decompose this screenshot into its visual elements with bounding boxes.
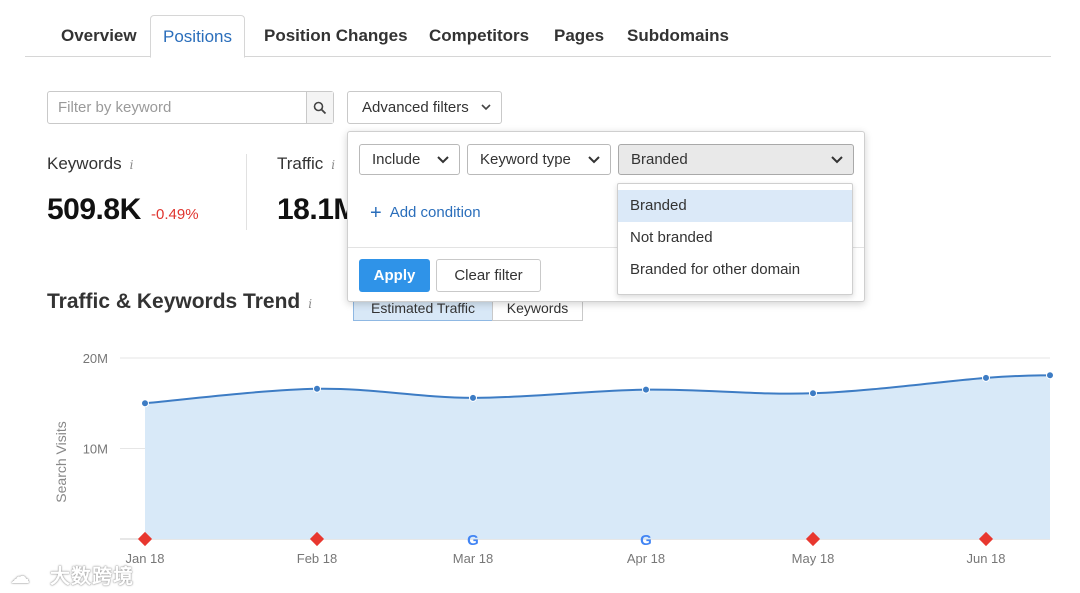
watermark: ☁ 大数跨境 xyxy=(10,560,134,589)
keywords-kpi-value: 509.8K xyxy=(47,193,141,226)
include-select[interactable]: Include xyxy=(359,144,460,175)
advanced-filters-button[interactable]: Advanced filters xyxy=(347,91,502,124)
keywords-label: Keywords xyxy=(47,154,122,173)
x-tick-label: Mar 18 xyxy=(453,551,493,566)
info-icon[interactable]: i xyxy=(130,158,134,172)
add-condition-label: Add condition xyxy=(389,204,481,221)
kpi-divider xyxy=(246,154,247,230)
google-update-icon[interactable]: G xyxy=(640,532,652,549)
data-point[interactable] xyxy=(642,385,650,394)
search-icon xyxy=(313,101,327,114)
tab-subdomains[interactable]: Subdomains xyxy=(615,15,741,57)
y-tick-label: 20M xyxy=(83,351,108,366)
trend-title-text: Traffic & Keywords Trend xyxy=(47,290,301,313)
y-tick-label: 10M xyxy=(83,442,108,457)
traffic-label: Traffic xyxy=(277,154,324,173)
data-point[interactable] xyxy=(982,373,990,382)
tab-positions[interactable]: Positions xyxy=(150,15,245,58)
search-button[interactable] xyxy=(306,92,333,123)
info-icon[interactable]: i xyxy=(331,158,335,172)
traffic-area xyxy=(145,375,1050,539)
add-condition-link[interactable]: + Add condition xyxy=(370,202,481,225)
branded-dropdown-menu: Branded Not branded Branded for other do… xyxy=(617,183,853,295)
google-update-icon[interactable]: G xyxy=(467,532,479,549)
keyword-filter-input[interactable] xyxy=(48,92,306,123)
clear-filter-button[interactable]: Clear filter xyxy=(436,259,541,292)
x-tick-label: Feb 18 xyxy=(297,551,337,566)
chevron-down-icon xyxy=(481,104,491,111)
branded-select[interactable]: Branded xyxy=(618,144,854,175)
x-tick-label: May 18 xyxy=(792,551,835,566)
watermark-text: 大数跨境 xyxy=(50,566,134,588)
plus-icon: + xyxy=(370,202,382,224)
data-point[interactable] xyxy=(469,393,477,402)
include-select-value: Include xyxy=(372,151,421,168)
branded-select-value: Branded xyxy=(631,151,688,168)
x-tick-label: Jun 18 xyxy=(966,551,1005,566)
advanced-filters-label: Advanced filters xyxy=(362,99,469,116)
chevron-down-icon xyxy=(831,156,843,164)
data-point[interactable] xyxy=(1046,371,1054,380)
tab-competitors[interactable]: Competitors xyxy=(417,15,541,57)
traffic-kpi-label: Traffic i xyxy=(277,154,335,174)
chevron-down-icon xyxy=(588,156,600,164)
keyword-type-select[interactable]: Keyword type xyxy=(467,144,611,175)
option-not-branded[interactable]: Not branded xyxy=(618,222,852,254)
trend-title: Traffic & Keywords Trend i xyxy=(47,290,312,314)
chevron-down-icon xyxy=(437,156,449,164)
watermark-logo-icon: ☁ xyxy=(10,566,31,588)
keywords-kpi-label: Keywords i xyxy=(47,154,133,174)
tab-pages[interactable]: Pages xyxy=(542,15,616,57)
data-point[interactable] xyxy=(809,389,817,398)
option-branded[interactable]: Branded xyxy=(618,190,852,222)
keywords-kpi-change: -0.49% xyxy=(151,206,199,223)
option-branded-other-domain[interactable]: Branded for other domain xyxy=(618,254,852,286)
data-point[interactable] xyxy=(313,384,321,393)
data-point[interactable] xyxy=(141,399,149,408)
traffic-trend-chart: GG Jan 18 Feb 18 Mar 18 Apr 18 May 18 Jun 18 … xyxy=(53,351,1054,566)
keyword-filter xyxy=(47,91,334,124)
y-axis-label: Search Visits xyxy=(53,421,69,502)
tab-overview[interactable]: Overview xyxy=(49,15,149,57)
apply-button[interactable]: Apply xyxy=(359,259,430,292)
report-tabs: Overview Positions Position Changes Comp… xyxy=(25,15,1051,58)
x-tick-label: Apr 18 xyxy=(627,551,665,566)
info-icon[interactable]: i xyxy=(308,297,312,311)
keyword-type-select-value: Keyword type xyxy=(480,151,571,168)
tab-position-changes[interactable]: Position Changes xyxy=(252,15,420,57)
traffic-kpi-value: 18.1M xyxy=(277,193,347,226)
